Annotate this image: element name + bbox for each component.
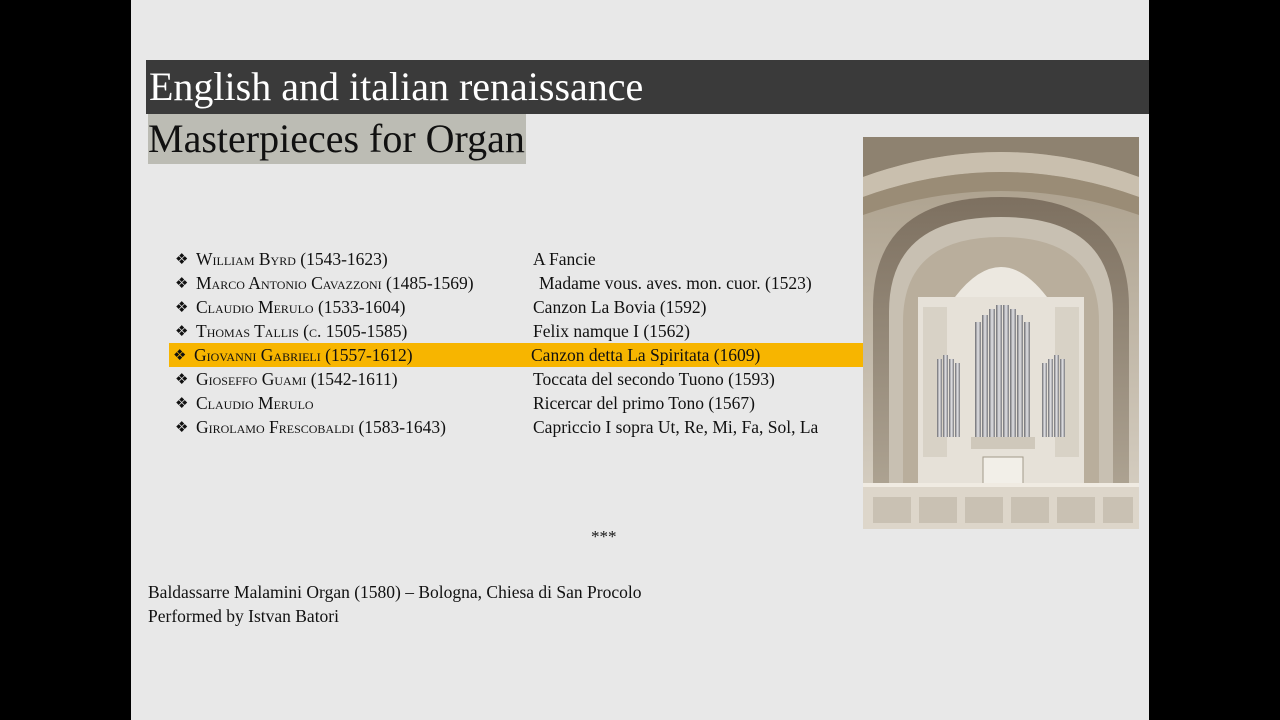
separator-stars: *** [591, 527, 617, 546]
track-item: ❖ Thomas Tallis (c. 1505-1585) Felix nam… [171, 319, 866, 343]
organ-illustration [863, 137, 1139, 529]
track-composer: William Byrd (1543-1623) [196, 249, 388, 269]
slide-subtitle: Masterpieces for Organ [148, 116, 525, 161]
organ-credit: Baldassarre Malamini Organ (1580) – Bolo… [148, 582, 642, 602]
tracklist: ❖ William Byrd (1543-1623) A Fancie ❖ Ma… [169, 247, 866, 439]
track-item: ❖ Claudio Merulo Ricercar del primo Tono… [171, 391, 866, 415]
track-composer: Claudio Merulo (1533-1604) [196, 297, 406, 317]
track-item: ❖ Marco Antonio Cavazzoni (1485-1569) Ma… [171, 271, 866, 295]
track-piece: Felix namque I (1562) [533, 321, 690, 341]
track-composer: Claudio Merulo [196, 393, 314, 413]
bullet-icon: ❖ [175, 394, 189, 412]
track-piece: A Fancie [533, 249, 596, 269]
track-item: ❖ Gioseffo Guami (1542-1611) Toccata del… [171, 367, 866, 391]
bullet-icon: ❖ [175, 418, 189, 436]
bullet-icon: ❖ [175, 274, 189, 292]
track-composer: Girolamo Frescobaldi (1583-1643) [196, 417, 446, 437]
slide: English and italian renaissance Masterpi… [131, 0, 1149, 720]
bullet-icon: ❖ [175, 322, 189, 340]
slide-title: English and italian renaissance [149, 64, 644, 109]
track-piece: Madame vous. aves. mon. cuor. (1523) [539, 273, 812, 293]
performer-credit: Performed by Istvan Batori [148, 606, 339, 626]
track-item: ❖ William Byrd (1543-1623) A Fancie [171, 247, 866, 271]
track-item-highlighted: ❖ Giovanni Gabrieli (1557-1612) Canzon d… [169, 343, 866, 367]
bullet-icon: ❖ [173, 346, 187, 364]
track-piece: Toccata del secondo Tuono (1593) [533, 369, 775, 389]
track-composer: Giovanni Gabrieli (1557-1612) [194, 345, 413, 365]
track-piece: Canzon detta La Spiritata (1609) [531, 345, 761, 365]
track-piece: Capriccio I sopra Ut, Re, Mi, Fa, Sol, L… [533, 417, 819, 437]
track-piece: Ricercar del primo Tono (1567) [533, 393, 755, 413]
track-item: ❖ Girolamo Frescobaldi (1583-1643) Capri… [171, 415, 866, 439]
track-piece: Canzon La Bovia (1592) [533, 297, 707, 317]
bullet-icon: ❖ [175, 370, 189, 388]
track-composer: Gioseffo Guami (1542-1611) [196, 369, 398, 389]
title-bar: English and italian renaissance [146, 60, 1149, 114]
bullet-icon: ❖ [175, 298, 189, 316]
track-composer: Marco Antonio Cavazzoni (1485-1569) [196, 273, 474, 293]
track-item: ❖ Claudio Merulo (1533-1604) Canzon La B… [171, 295, 866, 319]
bullet-icon: ❖ [175, 250, 189, 268]
subtitle-highlight: Masterpieces for Organ [148, 114, 526, 164]
church-organ-photo [863, 137, 1139, 529]
track-composer: Thomas Tallis (c. 1505-1585) [196, 321, 408, 341]
